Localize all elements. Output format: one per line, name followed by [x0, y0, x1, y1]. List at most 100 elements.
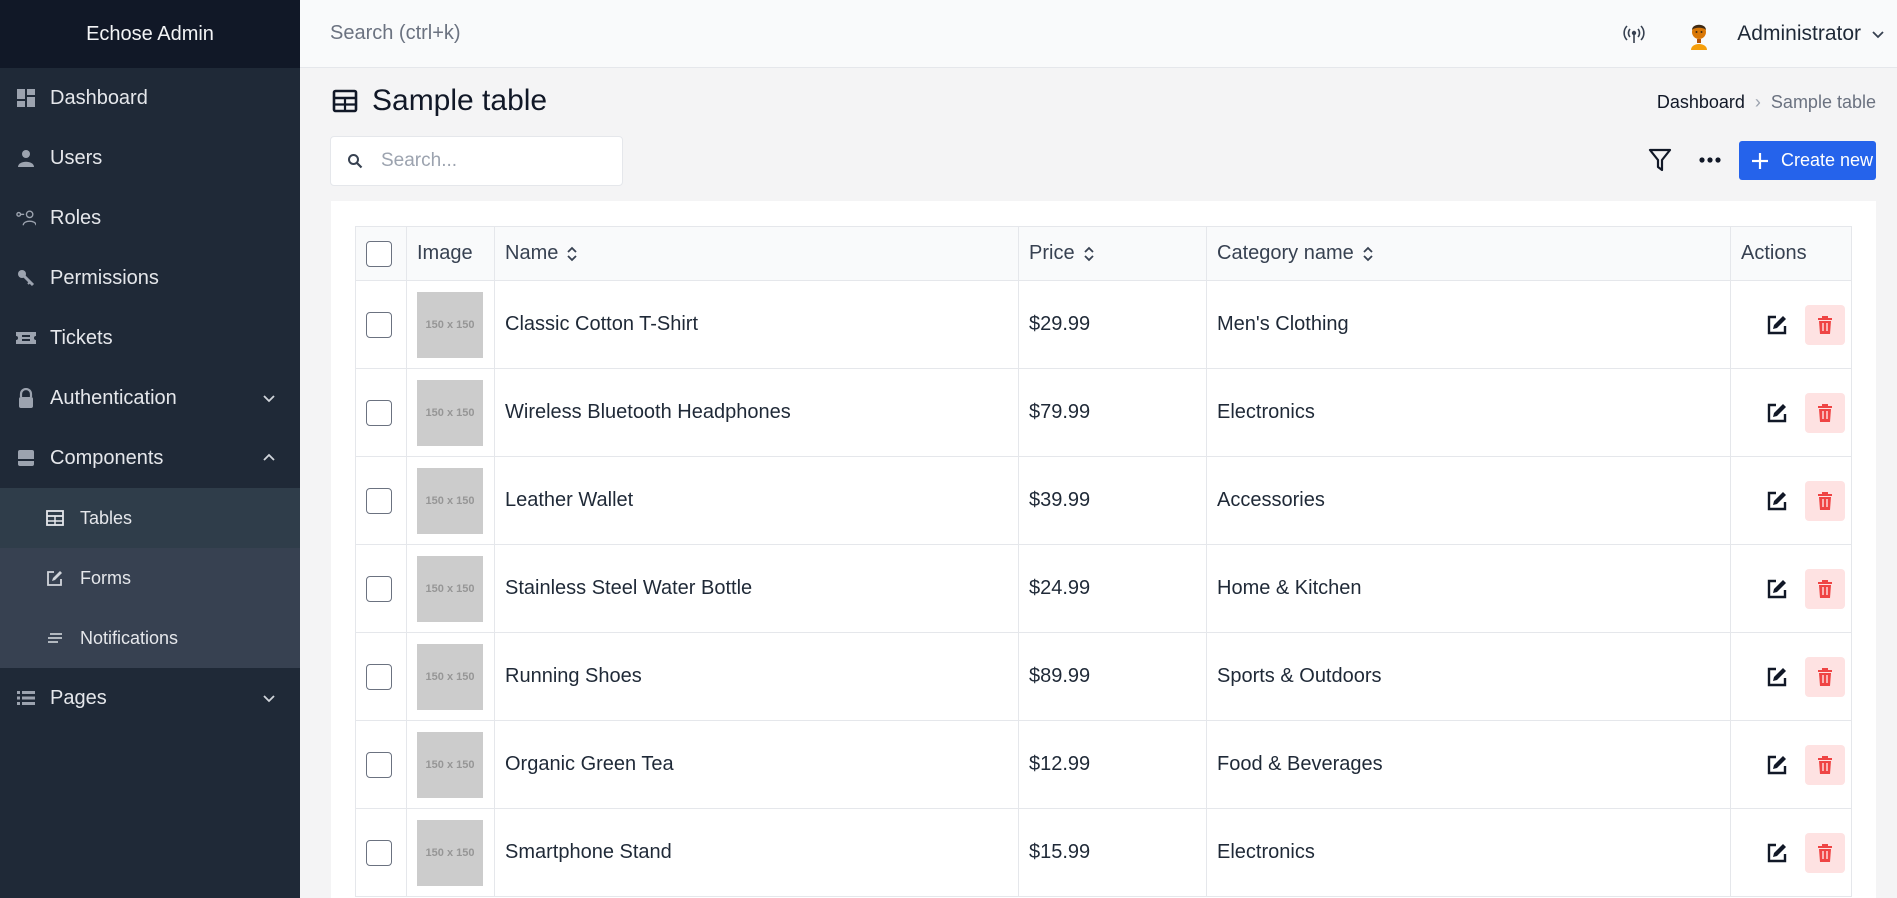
row-actions	[1741, 480, 1851, 521]
delete-button[interactable]	[1805, 568, 1845, 609]
sidebar-item-label: Dashboard	[50, 86, 148, 109]
delete-button[interactable]	[1805, 744, 1845, 785]
table-body: 150 x 150 Classic Cotton T-Shirt $29.99 …	[355, 280, 1852, 897]
header-price[interactable]: Price	[1018, 226, 1207, 281]
lock-icon	[16, 388, 36, 408]
sidebar-item-tickets[interactable]: Tickets	[0, 308, 300, 368]
sidebar-item-users[interactable]: Users	[0, 128, 300, 188]
header-image: Image	[406, 226, 495, 281]
table-row: 150 x 150 Wireless Bluetooth Headphones …	[355, 368, 1852, 457]
delete-button[interactable]	[1805, 480, 1845, 521]
table-search	[330, 136, 623, 186]
chevron-down-icon[interactable]	[1871, 27, 1885, 41]
edit-icon	[1767, 755, 1787, 774]
search-input[interactable]	[381, 150, 601, 172]
row-checkbox[interactable]	[366, 399, 392, 426]
edit-button[interactable]	[1757, 745, 1797, 785]
brand-title[interactable]: Echose Admin	[0, 0, 300, 68]
more-icon[interactable]	[1697, 150, 1723, 170]
sidebar-item-components[interactable]: Components	[0, 428, 300, 488]
create-new-button[interactable]: Create new	[1739, 141, 1876, 180]
breadcrumb-dashboard[interactable]: Dashboard	[1657, 92, 1745, 113]
header-category[interactable]: Category name	[1206, 226, 1731, 281]
sidebar-item-authentication[interactable]: Authentication	[0, 368, 300, 428]
sort-icon	[1083, 246, 1094, 261]
edit-icon	[1767, 667, 1787, 686]
edit-button[interactable]	[1757, 657, 1797, 697]
table-header-row: Image Name Price Category name Actions	[355, 226, 1852, 281]
row-checkbox[interactable]	[366, 751, 392, 778]
table-row: 150 x 150 Leather Wallet $39.99 Accessor…	[355, 456, 1852, 545]
actions-cell	[1730, 456, 1852, 545]
header-name[interactable]: Name	[494, 226, 1019, 281]
broadcast-icon[interactable]	[1623, 23, 1645, 45]
edit-button[interactable]	[1757, 393, 1797, 433]
name-cell: Stainless Steel Water Bottle	[494, 544, 1019, 633]
global-search-input[interactable]: Search (ctrl+k)	[330, 22, 461, 45]
avatar[interactable]	[1683, 18, 1715, 50]
trash-icon	[1818, 667, 1832, 686]
image-cell: 150 x 150	[406, 280, 495, 369]
row-checkbox-cell	[355, 456, 407, 545]
edit-icon	[1767, 843, 1787, 862]
row-checkbox[interactable]	[366, 839, 392, 866]
price-cell: $15.99	[1018, 808, 1207, 897]
sidebar-item-label: Permissions	[50, 266, 159, 289]
sidebar-item-pages[interactable]: Pages	[0, 668, 300, 728]
table-icon	[46, 509, 64, 527]
row-actions	[1741, 304, 1851, 345]
edit-button[interactable]	[1757, 569, 1797, 609]
name-cell: Running Shoes	[494, 632, 1019, 721]
breadcrumb: Dashboard › Sample table	[1657, 92, 1876, 113]
name-cell: Wireless Bluetooth Headphones	[494, 368, 1019, 457]
edit-button[interactable]	[1757, 305, 1797, 345]
key-icon	[16, 268, 36, 288]
row-actions	[1741, 568, 1851, 609]
row-checkbox[interactable]	[366, 487, 392, 514]
row-checkbox[interactable]	[366, 311, 392, 338]
trash-icon	[1818, 403, 1832, 422]
sidebar-item-label: Pages	[50, 686, 107, 709]
sort-icon	[1363, 246, 1373, 261]
sidebar-item-tables[interactable]: Tables	[0, 488, 300, 548]
image-cell: 150 x 150	[406, 808, 495, 897]
category-cell: Food & Beverages	[1206, 720, 1731, 809]
data-table: Image Name Price Category name Actions 1…	[355, 226, 1852, 897]
chevron-down-icon	[263, 695, 275, 703]
sidebar-item-permissions[interactable]: Permissions	[0, 248, 300, 308]
filter-icon[interactable]	[1648, 147, 1672, 173]
list-icon	[16, 688, 36, 708]
row-actions	[1741, 656, 1851, 697]
delete-button[interactable]	[1805, 304, 1845, 345]
delete-button[interactable]	[1805, 392, 1845, 433]
product-image-placeholder: 150 x 150	[417, 819, 483, 886]
actions-cell	[1730, 280, 1852, 369]
edit-button[interactable]	[1757, 833, 1797, 873]
sidebar-item-notifications[interactable]: Notifications	[0, 608, 300, 668]
select-all-checkbox[interactable]	[366, 240, 392, 267]
header-actions: Actions	[1730, 226, 1852, 281]
trash-icon	[1818, 491, 1832, 510]
edit-button[interactable]	[1757, 481, 1797, 521]
sidebar-item-roles[interactable]: Roles	[0, 188, 300, 248]
sidebar-item-forms[interactable]: Forms	[0, 548, 300, 608]
row-checkbox[interactable]	[366, 575, 392, 602]
create-new-label: Create new	[1781, 150, 1874, 170]
actions-cell	[1730, 720, 1852, 809]
header-checkbox-cell	[355, 226, 407, 281]
sidebar-item-dashboard[interactable]: Dashboard	[0, 68, 300, 128]
sort-icon	[567, 246, 577, 261]
row-checkbox[interactable]	[366, 663, 392, 690]
table-row: 150 x 150 Organic Green Tea $12.99 Food …	[355, 720, 1852, 809]
page-title-text: Sample table	[372, 84, 548, 117]
ticket-icon	[16, 328, 36, 348]
delete-button[interactable]	[1805, 656, 1845, 697]
user-name[interactable]: Administrator	[1737, 22, 1861, 46]
delete-button[interactable]	[1805, 832, 1845, 873]
chevron-up-icon	[263, 453, 275, 461]
user-icon	[16, 148, 36, 168]
trash-icon	[1818, 843, 1832, 862]
topbar-right: Administrator	[1623, 14, 1885, 54]
sidebar-item-label: Forms	[80, 567, 131, 588]
product-image-placeholder: 150 x 150	[417, 379, 483, 446]
